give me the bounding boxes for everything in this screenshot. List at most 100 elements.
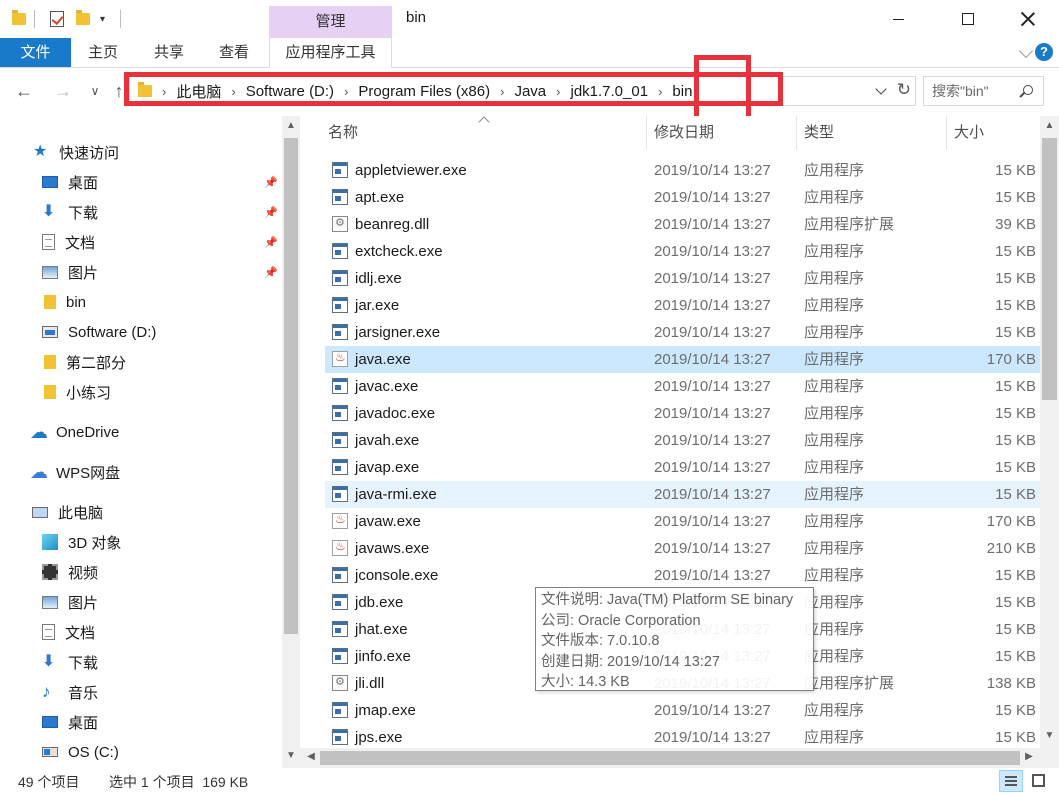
breadcrumb-jdk[interactable]: jdk1.7.0_01 [570, 83, 648, 100]
tab-file[interactable]: 文件 [0, 38, 71, 67]
nav-item-this-pc[interactable]: 此电脑 [32, 497, 103, 527]
close-icon [1021, 12, 1035, 26]
file-row[interactable]: jmap.exe 2019/10/14 13:27 应用程序 15 KB [325, 697, 1040, 724]
breadcrumb-program-files[interactable]: Program Files (x86) [358, 83, 490, 100]
file-row[interactable]: idlj.exe 2019/10/14 13:27 应用程序 15 KB [325, 265, 1040, 292]
nav-item-part-two[interactable]: 第二部分 [44, 347, 126, 377]
customize-toolbar-icon[interactable]: ▾ [100, 8, 105, 30]
scroll-thumb[interactable] [1042, 138, 1057, 400]
tab-home[interactable]: 主页 [76, 38, 130, 67]
nav-item-bin[interactable]: bin [44, 287, 86, 317]
details-view-button[interactable] [999, 770, 1023, 792]
chevron-right-icon[interactable]: › [500, 84, 504, 99]
file-row[interactable]: javaw.exe 2019/10/14 13:27 应用程序 170 KB [325, 508, 1040, 535]
nav-item-onedrive[interactable]: ☁ OneDrive [30, 417, 119, 447]
breadcrumb-bin[interactable]: bin [672, 83, 692, 100]
file-row[interactable]: javap.exe 2019/10/14 13:27 应用程序 15 KB [325, 454, 1040, 481]
chevron-right-icon[interactable]: › [556, 84, 560, 99]
chevron-right-icon[interactable]: › [344, 84, 348, 99]
horizontal-scrollbar[interactable]: ◀ ▶ [300, 748, 1040, 768]
large-icons-view-button[interactable] [1027, 770, 1051, 792]
nav-item-exercises[interactable]: 小练习 [44, 377, 111, 407]
file-row[interactable]: extcheck.exe 2019/10/14 13:27 应用程序 15 KB [325, 238, 1040, 265]
close-button[interactable] [1005, 0, 1051, 38]
scroll-thumb[interactable] [320, 751, 1020, 765]
maximize-button[interactable] [945, 0, 991, 38]
column-header-date[interactable]: 修改日期 [646, 116, 796, 150]
file-row[interactable]: java-rmi.exe 2019/10/14 13:27 应用程序 15 KB [325, 481, 1040, 508]
nav-item-3d-objects[interactable]: 3D 对象 [42, 527, 121, 557]
nav-item-downloads-pc[interactable]: ⬇ 下载 [42, 647, 98, 677]
tab-share[interactable]: 共享 [142, 38, 196, 67]
chevron-right-icon[interactable]: › [231, 84, 235, 99]
file-date: 2019/10/14 13:27 [654, 162, 771, 179]
scroll-down-icon[interactable]: ▼ [1040, 730, 1059, 741]
nav-item-documents-pc[interactable]: 文档 [42, 617, 95, 647]
document-icon [42, 234, 55, 250]
file-row[interactable]: jar.exe 2019/10/14 13:27 应用程序 15 KB [325, 292, 1040, 319]
navigation-scrollbar[interactable]: ▲ ▼ [282, 116, 300, 768]
breadcrumb-drive[interactable]: Software (D:) [246, 83, 334, 100]
file-row[interactable]: javah.exe 2019/10/14 13:27 应用程序 15 KB [325, 427, 1040, 454]
scroll-left-icon[interactable]: ◀ [302, 751, 320, 762]
column-header-size[interactable]: 大小 [946, 116, 1040, 150]
up-arrow-icon[interactable]: ↑ [108, 80, 130, 102]
scroll-right-icon[interactable]: ▶ [1020, 751, 1038, 762]
nav-item-music[interactable]: ♪ 音乐 [42, 677, 98, 707]
help-icon[interactable]: ? [1035, 43, 1053, 61]
search-input[interactable] [932, 83, 1016, 99]
file-row[interactable]: jarsigner.exe 2019/10/14 13:27 应用程序 15 KB [325, 319, 1040, 346]
nav-item-desktop-pc[interactable]: 桌面 [42, 707, 98, 737]
address-bar[interactable]: › 此电脑 › Software (D:) › Program Files (x… [129, 76, 916, 106]
scroll-down-icon[interactable]: ▼ [282, 750, 300, 761]
file-row[interactable]: java.exe 2019/10/14 13:27 应用程序 170 KB [325, 346, 1040, 373]
file-row[interactable]: javac.exe 2019/10/14 13:27 应用程序 15 KB [325, 373, 1040, 400]
file-row[interactable]: appletviewer.exe 2019/10/14 13:27 应用程序 15 K… [325, 157, 1040, 184]
scroll-up-icon[interactable]: ▲ [1040, 120, 1059, 131]
column-header-type[interactable]: 类型 [796, 116, 946, 150]
pin-icon[interactable]: 📌 [264, 206, 278, 219]
file-row[interactable]: javaws.exe 2019/10/14 13:27 应用程序 210 KB [325, 535, 1040, 562]
expand-ribbon-icon[interactable] [1018, 43, 1034, 59]
nav-item-wps-cloud[interactable]: ☁ WPS网盘 [30, 457, 120, 487]
nav-item-videos[interactable]: 视频 [42, 557, 98, 587]
file-date: 2019/10/14 13:27 [654, 297, 771, 314]
tab-application-tools[interactable]: 应用程序工具 [269, 38, 392, 68]
tab-view[interactable]: 查看 [207, 38, 261, 67]
pin-icon[interactable]: 📌 [264, 176, 278, 189]
scroll-thumb[interactable] [284, 138, 298, 634]
nav-item-downloads[interactable]: ⬇ 下载 [42, 197, 98, 227]
pin-icon[interactable]: 📌 [264, 236, 278, 249]
file-row[interactable]: apt.exe 2019/10/14 13:27 应用程序 15 KB [325, 184, 1040, 211]
nav-item-quick-access[interactable]: ★ 快速访问 [33, 137, 119, 167]
properties-icon[interactable] [50, 8, 64, 30]
vertical-scrollbar[interactable]: ▲ ▼ [1040, 116, 1059, 748]
forward-arrow-icon[interactable]: → [52, 80, 74, 102]
refresh-icon[interactable]: ↻ [897, 80, 911, 100]
nav-item-documents[interactable]: 文档 [42, 227, 95, 257]
new-folder-icon[interactable] [76, 8, 90, 30]
tab-manage[interactable]: 管理 [269, 6, 392, 38]
search-icon[interactable] [1023, 85, 1033, 95]
file-row[interactable]: jps.exe 2019/10/14 13:27 应用程序 15 KB [325, 724, 1040, 748]
recent-locations-icon[interactable]: ∨ [84, 80, 106, 102]
address-dropdown-icon[interactable] [875, 83, 887, 95]
chevron-right-icon[interactable]: › [162, 84, 166, 99]
pin-icon[interactable]: 📌 [264, 266, 278, 279]
nav-item-pictures-pc[interactable]: 图片 [42, 587, 98, 617]
nav-item-software-d[interactable]: Software (D:) [42, 317, 156, 347]
file-row[interactable]: jconsole.exe 2019/10/14 13:27 应用程序 15 KB [325, 562, 1040, 589]
breadcrumb-this-pc[interactable]: 此电脑 [176, 81, 221, 102]
breadcrumb-java[interactable]: Java [514, 83, 546, 100]
nav-item-os-c[interactable]: OS (C:) [42, 737, 119, 767]
back-arrow-icon[interactable]: ← [13, 80, 35, 102]
minimize-button[interactable] [875, 0, 921, 38]
chevron-right-icon[interactable]: › [658, 84, 662, 99]
file-row[interactable]: javadoc.exe 2019/10/14 13:27 应用程序 15 KB [325, 400, 1040, 427]
file-name: jps.exe [355, 729, 403, 746]
nav-item-desktop[interactable]: 桌面 [42, 167, 98, 197]
nav-item-pictures[interactable]: 图片 [42, 257, 98, 287]
file-row[interactable]: beanreg.dll 2019/10/14 13:27 应用程序扩展 39 KB [325, 211, 1040, 238]
scroll-up-icon[interactable]: ▲ [282, 120, 300, 131]
search-box[interactable] [923, 76, 1044, 106]
